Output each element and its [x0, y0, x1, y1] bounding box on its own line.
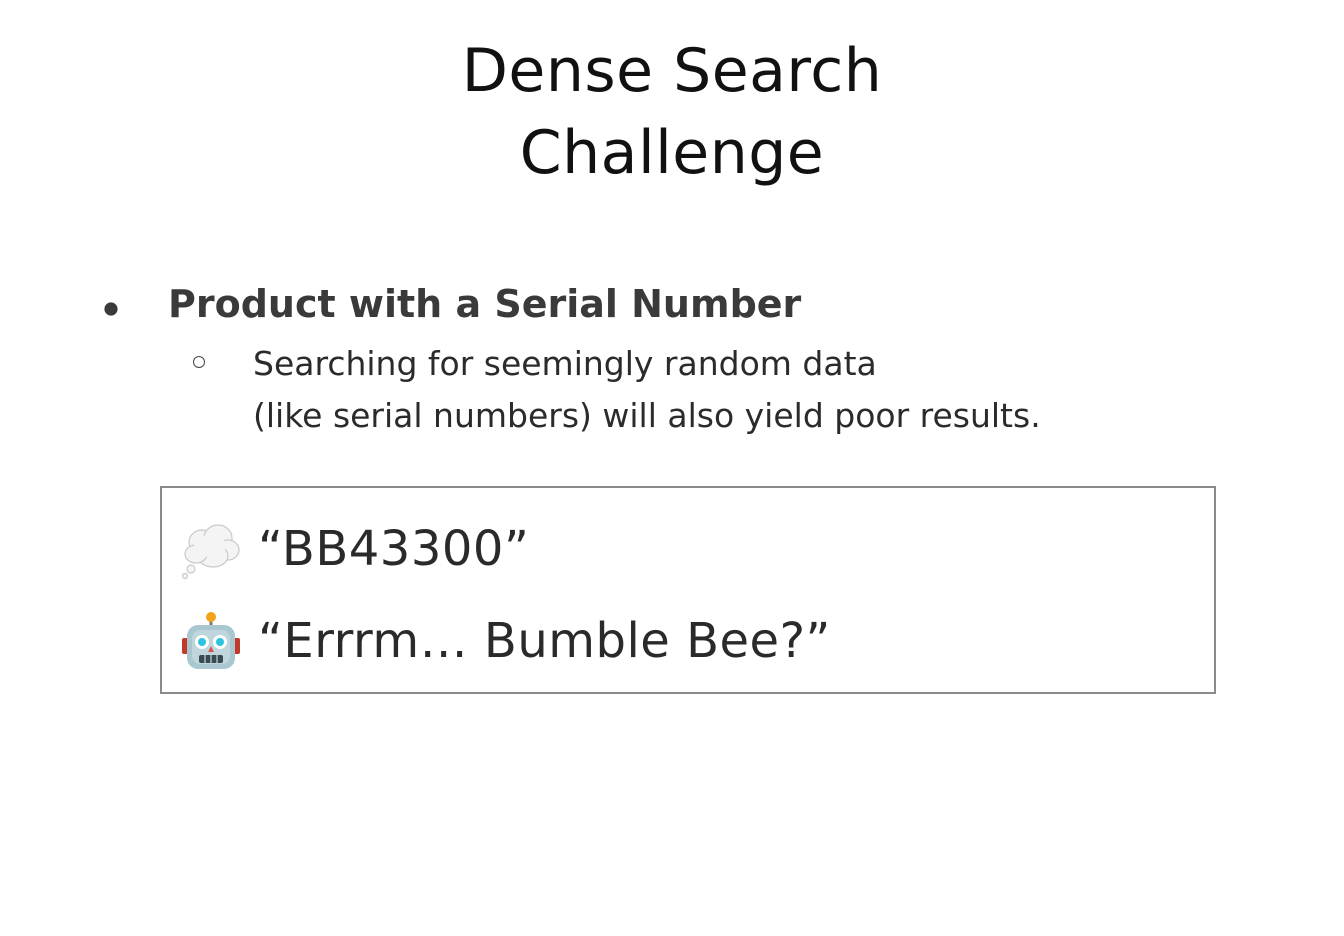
answer-row: “Errrm… Bumble Bee?” — [180, 606, 831, 676]
thought-bubble-icon — [181, 524, 240, 580]
title-line-2: Challenge — [519, 118, 825, 188]
query-row: “BB43300” — [180, 514, 529, 584]
slide-title: Dense Search Challenge — [0, 30, 1344, 194]
hollow-bullet-icon — [193, 356, 205, 368]
slide: Dense Search Challenge Product with a Se… — [0, 0, 1344, 936]
query-text: “BB43300” — [258, 521, 530, 577]
example-dialog-box: “BB43300” “Errrm… Bumble Bee?” — [160, 486, 1216, 694]
bullet-dot-icon — [104, 302, 118, 316]
answer-text: “Errrm… Bumble Bee?” — [258, 613, 831, 669]
sub-bullet-line-1: Searching for seemingly random data — [253, 344, 877, 383]
bullet-heading: Product with a Serial Number — [168, 282, 802, 326]
robot-face-icon — [182, 612, 240, 669]
sub-bullet-line-2: (like serial numbers) will also yield po… — [253, 396, 1041, 435]
title-line-1: Dense Search — [461, 36, 883, 106]
sub-bullet-text: Searching for seemingly random data (lik… — [253, 338, 1041, 442]
